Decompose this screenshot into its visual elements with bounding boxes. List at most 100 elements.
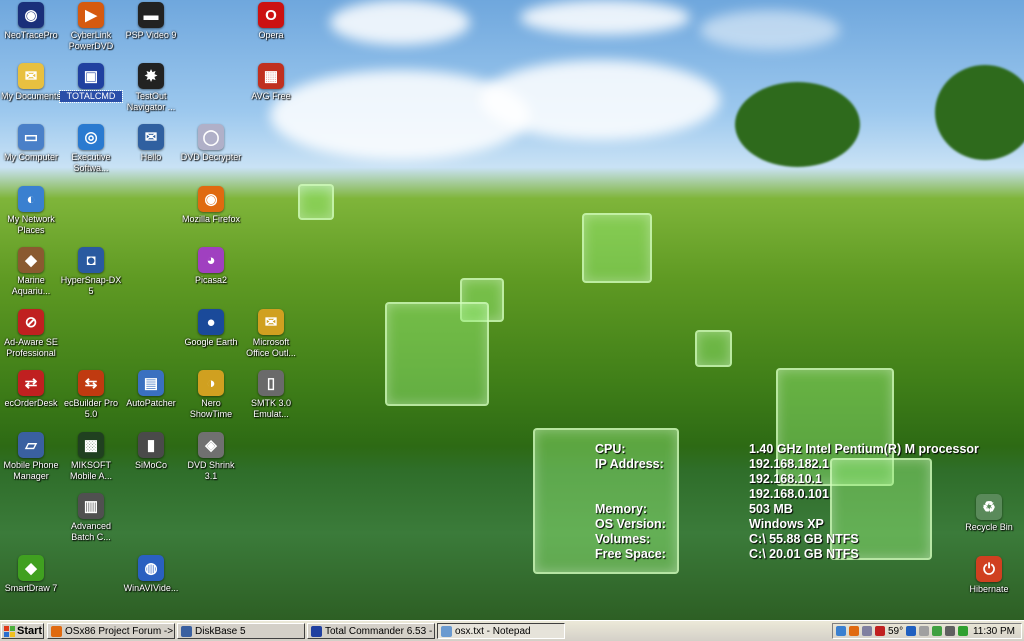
desktop-icon-label: CyberLink PowerDVD — [68, 30, 114, 51]
cloud — [700, 10, 840, 50]
desktop-icon-label: Opera — [258, 30, 284, 40]
ip-value-2: 192.168.10.1 — [749, 472, 822, 486]
desktop-icon[interactable]: ▮ SiMoCo — [120, 432, 182, 471]
shield-icon[interactable] — [932, 626, 943, 636]
app-icon: ◍ — [138, 555, 164, 581]
desktop-icon[interactable]: ▣ TOTALCMD — [59, 63, 123, 103]
desktop-icon-label: DVD Shrink 3.1 — [187, 460, 235, 481]
desktop-icon[interactable]: ▬ PSP Video 9 — [120, 2, 182, 41]
start-label: Start — [17, 625, 43, 637]
desktop-icon-label: DVD Decrypter — [180, 152, 242, 162]
desktop-icon[interactable]: ▩ MIKSOFT Mobile A... — [60, 432, 122, 482]
app-icon: ▤ — [138, 370, 164, 396]
taskbar-app-icon — [51, 625, 62, 637]
desktop-icon[interactable]: ⇄ ecOrderDesk — [0, 370, 62, 409]
app-icon: ◆ — [18, 555, 44, 581]
cloud — [330, 0, 470, 45]
taskbar-app-icon — [441, 625, 452, 637]
desktop-icon[interactable]: ◉ NeoTracePro — [0, 2, 62, 41]
app-icon: ⇆ — [78, 370, 104, 396]
desktop-icon[interactable]: ✸ TestOut Navigator ... — [120, 63, 182, 113]
taskbar-button[interactable]: osx.txt - Notepad — [437, 623, 565, 639]
monitor-icon[interactable] — [862, 626, 872, 636]
desktop-icon[interactable]: ◈ DVD Shrink 3.1 — [180, 432, 242, 482]
desktop-icon-label: Picasa2 — [194, 275, 228, 285]
desktop-icon[interactable]: ▯ SMTK 3.0 Emulat... — [240, 370, 302, 420]
app-icon: ⇄ — [18, 370, 44, 396]
temperature-icon[interactable] — [875, 626, 885, 636]
desktop-icon[interactable]: ✉ My Documents — [0, 63, 62, 102]
desktop-icon[interactable]: ▤ AutoPatcher — [120, 370, 182, 409]
app-icon: ▶ — [78, 2, 104, 28]
desktop-icon-label: Mobile Phone Manager — [3, 460, 59, 481]
bluetooth-icon[interactable] — [906, 626, 917, 636]
desktop-icon-label: SMTK 3.0 Emulat... — [250, 398, 291, 419]
desktop-icon[interactable]: ▦ AVG Free — [240, 63, 302, 102]
desktop-icon-label: Ad-Aware SE Professional — [4, 337, 58, 358]
desktop-icon-label: HyperSnap-DX 5 — [60, 275, 122, 296]
app-icon: ◘ — [78, 247, 104, 273]
app-icon: ▱ — [18, 432, 44, 458]
taskbar-button[interactable]: Total Commander 6.53 - ... — [307, 623, 435, 639]
desktop-icon[interactable]: ● Google Earth — [180, 309, 242, 348]
security-icon[interactable] — [958, 626, 969, 636]
desktop-icon[interactable]: ◕ Picasa2 — [180, 247, 242, 286]
desktop-icon[interactable]: ◎ Executive Softwa... — [60, 124, 122, 174]
hibernate-shortcut[interactable]: ⏻ Hibernate — [958, 556, 1020, 595]
app-icon: ✉ — [258, 309, 284, 335]
app-icon: ◕ — [198, 247, 224, 273]
desktop-icon[interactable]: ◉ Mozilla Firefox — [180, 186, 242, 225]
os-label: OS Version: — [595, 517, 666, 531]
tree — [735, 82, 860, 167]
app-icon: ✉ — [138, 124, 164, 150]
cloud — [480, 60, 720, 140]
recycle-bin[interactable]: ♻ Recycle Bin — [958, 494, 1020, 533]
desktop-icon-label: WinAVIVide... — [123, 583, 179, 593]
desktop-icon-label: Recycle Bin — [965, 522, 1013, 532]
temperature-readout: 59° — [888, 625, 904, 637]
desktop-icon[interactable]: ✉ Microsoft Office Outl... — [240, 309, 302, 359]
desktop-icon[interactable]: ◑ Nero ShowTime — [180, 370, 242, 420]
taskbar-button[interactable]: OSx86 Project Forum -> ... — [47, 623, 175, 639]
desktop-icon-label: Hello — [140, 152, 162, 162]
network-icon[interactable] — [836, 626, 846, 636]
app-icon: ● — [198, 309, 224, 335]
desktop-icon[interactable]: ▶ CyberLink PowerDVD — [60, 2, 122, 52]
firefox-tray-icon[interactable] — [849, 626, 859, 636]
app-icon: ◈ — [198, 432, 224, 458]
desktop-icon-label: SiMoCo — [134, 460, 167, 470]
skull-icon[interactable] — [919, 626, 930, 636]
ip-value-3: 192.168.0.101 — [749, 487, 829, 501]
app-icon: ◐ — [18, 186, 44, 212]
memory-label: Memory: — [595, 502, 648, 516]
desktop-icon[interactable]: ◍ WinAVIVide... — [120, 555, 182, 594]
taskbar-button[interactable]: DiskBase 5 — [177, 623, 305, 639]
desktop-icon[interactable]: ⊘ Ad-Aware SE Professional — [0, 309, 62, 359]
desktop-icon[interactable]: ▭ My Computer — [0, 124, 62, 163]
desktop-icon[interactable]: ◯ DVD Decrypter — [180, 124, 242, 163]
app-icon: ▮ — [138, 432, 164, 458]
ip-label: IP Address: — [595, 457, 664, 471]
desktop-icon[interactable]: ✉ Hello — [120, 124, 182, 163]
desktop-icon[interactable]: ▥ Advanced Batch C... — [60, 493, 122, 543]
desktop-icon[interactable]: ▱ Mobile Phone Manager — [0, 432, 62, 482]
desktop-icon[interactable]: ⇆ ecBuilder Pro 5.0 — [60, 370, 122, 420]
volume-icon[interactable] — [945, 626, 956, 636]
cloud — [520, 0, 690, 35]
taskbar-app-icon — [311, 625, 322, 637]
app-icon: O — [258, 2, 284, 28]
start-button[interactable]: Start — [1, 623, 44, 639]
desktop-icon[interactable]: O Opera — [240, 2, 302, 41]
desktop-icon-label: Advanced Batch C... — [70, 521, 112, 542]
app-icon: ▯ — [258, 370, 284, 396]
desktop-icon[interactable]: ◆ Marine Aquariu... — [0, 247, 62, 297]
glass-square — [298, 184, 334, 220]
desktop-icon[interactable]: ◐ My Network Places — [0, 186, 62, 236]
clock[interactable]: 11:30 PM — [973, 626, 1021, 637]
taskbar-app-icon — [181, 625, 192, 637]
desktop-icon[interactable]: ◆ SmartDraw 7 — [0, 555, 62, 594]
desktop-icon-label: ecBuilder Pro 5.0 — [63, 398, 119, 419]
desktop-icon[interactable]: ◘ HyperSnap-DX 5 — [60, 247, 122, 297]
taskbar-button-label: Total Commander 6.53 - ... — [325, 625, 435, 637]
free-space-value: C:\ 20.01 GB NTFS — [749, 547, 859, 561]
